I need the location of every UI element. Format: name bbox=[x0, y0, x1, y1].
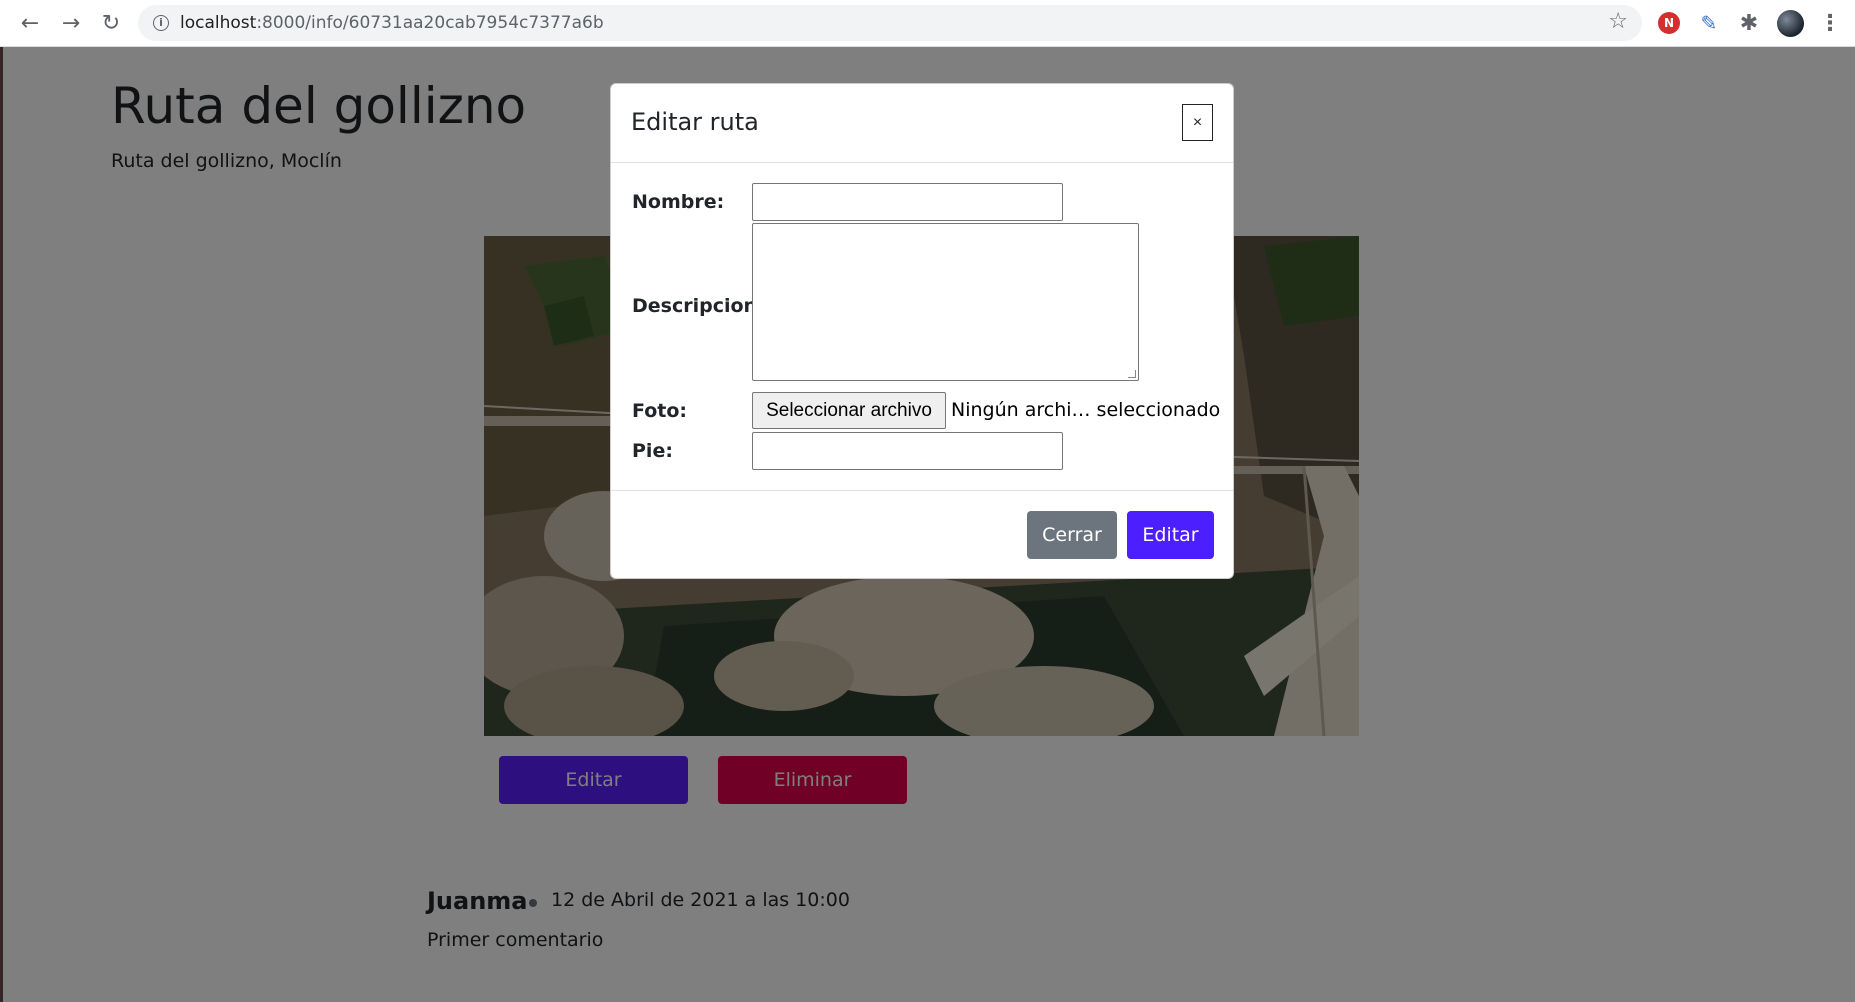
pie-input[interactable] bbox=[752, 432, 1063, 470]
feather-glyph: ✎ bbox=[1700, 11, 1718, 35]
edit-route-modal: Editar ruta × Nombre: Descripcion: Foto:… bbox=[610, 83, 1234, 579]
url-text[interactable]: localhost:8000/info/60731aa20cab7954c737… bbox=[180, 13, 604, 33]
file-status-text: Ningún archi… seleccionado bbox=[951, 399, 1221, 421]
pie-label: Pie: bbox=[632, 440, 673, 462]
editar-submit-button[interactable]: Editar bbox=[1127, 511, 1214, 559]
bookmark-star-icon[interactable]: ☆ bbox=[1608, 9, 1628, 34]
back-icon[interactable]: ← bbox=[14, 8, 46, 38]
close-modal-button[interactable]: × bbox=[1182, 104, 1213, 141]
address-bar[interactable]: i localhost:8000/info/60731aa20cab7954c7… bbox=[138, 5, 1642, 41]
modal-title: Editar ruta bbox=[631, 108, 759, 136]
modal-footer: Cerrar Editar bbox=[611, 490, 1233, 580]
browser-menu-icon[interactable]: ⋮ bbox=[1816, 9, 1844, 37]
profile-avatar[interactable] bbox=[1776, 9, 1804, 37]
extension-feather-icon[interactable]: ✎ bbox=[1695, 9, 1723, 37]
extensions-puzzle-icon[interactable]: ✱ bbox=[1735, 9, 1763, 37]
descripcion-label: Descripcion: bbox=[632, 295, 765, 317]
descripcion-textarea[interactable] bbox=[752, 223, 1139, 381]
select-file-button[interactable]: Seleccionar archivo bbox=[752, 392, 946, 429]
menu-dots-glyph: ⋮ bbox=[1819, 10, 1841, 36]
url-host: localhost bbox=[180, 13, 257, 33]
url-path: :8000/info/60731aa20cab7954c7377a6b bbox=[256, 13, 604, 33]
puzzle-glyph: ✱ bbox=[1739, 10, 1759, 36]
nombre-input[interactable] bbox=[752, 183, 1063, 221]
avatar-image bbox=[1776, 9, 1804, 37]
foto-label: Foto: bbox=[632, 400, 687, 422]
nombre-label: Nombre: bbox=[632, 191, 725, 213]
modal-header: Editar ruta × bbox=[611, 84, 1233, 163]
reload-icon[interactable]: ↻ bbox=[95, 8, 127, 38]
extension-red-badge: N bbox=[1658, 12, 1680, 34]
extension-red-icon[interactable]: N bbox=[1655, 9, 1683, 37]
forward-icon[interactable]: → bbox=[55, 8, 87, 38]
textarea-resize-handle[interactable] bbox=[1128, 370, 1136, 378]
browser-toolbar: ← → ↻ i localhost:8000/info/60731aa20cab… bbox=[0, 0, 1855, 47]
site-info-icon[interactable]: i bbox=[153, 15, 169, 31]
cerrar-button[interactable]: Cerrar bbox=[1027, 511, 1117, 559]
